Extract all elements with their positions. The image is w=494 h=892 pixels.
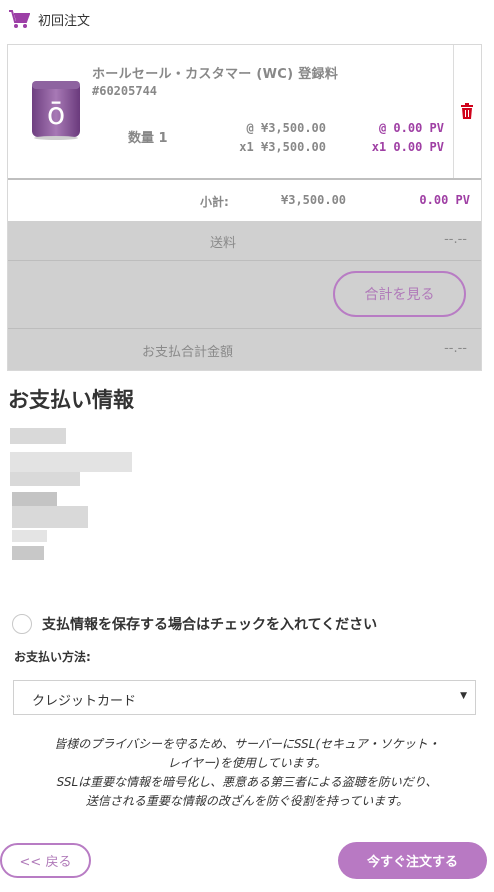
redacted-line: [10, 452, 132, 472]
ssl-notice-line: 送信される重要な情報の改ざんを防ぐ役割を持っています。: [85, 794, 409, 808]
product-sku: #60205744: [92, 84, 158, 98]
trash-icon[interactable]: [460, 103, 474, 119]
subtotal-yen: ¥3,500.00: [281, 193, 347, 207]
cart-item-row: ō ホールセール・カスタマー (WC) 登録料 #60205744 数量 1 @…: [8, 45, 481, 178]
save-payment-option[interactable]: 支払情報を保存する場合はチェックを入れてください: [12, 614, 377, 634]
ssl-notice-line: レイヤー)を使用しています。: [167, 756, 327, 770]
redacted-line: [12, 546, 44, 560]
back-button[interactable]: << 戻る: [0, 843, 91, 878]
total-label: お支払合計金額: [142, 345, 234, 360]
product-name: ホールセール・カスタマー (WC) 登録料: [92, 67, 339, 82]
line-price: x1 ¥3,500.00: [239, 140, 326, 154]
redacted-line: [12, 492, 57, 506]
totals-panel: 送料 --.-- 合計を見る お支払合計金額 --.--: [8, 221, 481, 370]
unit-pv: @ 0.00 PV: [378, 121, 444, 135]
line-pv: x1 0.00 PV: [371, 140, 444, 154]
redacted-line: [10, 472, 80, 486]
divider: [453, 45, 454, 178]
price-column: @ ¥3,500.00 x1 ¥3,500.00: [226, 119, 326, 157]
ssl-notice-line: SSLは重要な情報を暗号化し、悪意ある第三者による盗聴を防いだり、: [56, 775, 438, 789]
total-value: --.--: [444, 341, 467, 356]
unit-price: @ ¥3,500.00: [246, 121, 326, 135]
payment-method-value: クレジットカード: [32, 694, 137, 709]
order-section-header: 初回注文: [8, 8, 90, 30]
product-logo-letter: ō: [47, 97, 65, 132]
total-row: お支払合計金額 --.--: [8, 329, 481, 370]
redacted-line: [10, 428, 66, 444]
caret-down-icon: ▼: [460, 691, 467, 701]
product-thumbnail: ō: [32, 81, 80, 140]
save-payment-radio[interactable]: [12, 614, 32, 634]
subtotal-pv: 0.00 PV: [419, 193, 470, 207]
section-title: 初回注文: [38, 13, 91, 29]
order-summary: ō ホールセール・カスタマー (WC) 登録料 #60205744 数量 1 @…: [7, 44, 482, 371]
shipping-label: 送料: [210, 236, 237, 251]
ssl-notice: 皆様のプライバシーを守るため、サーバーにSSL(セキュア・ソケット・ レイヤー)…: [0, 735, 494, 811]
place-order-button[interactable]: 今すぐ注文する: [338, 842, 487, 879]
calc-row: 合計を見る: [8, 261, 481, 329]
redacted-line: [12, 506, 88, 528]
redacted-line: [12, 530, 47, 542]
view-total-button[interactable]: 合計を見る: [333, 271, 466, 317]
shipping-value: --.--: [444, 232, 467, 247]
subtotal-row: 小計: ¥3,500.00 0.00 PV: [8, 178, 481, 221]
payment-info-title: お支払い情報: [8, 388, 134, 412]
payment-method-label: お支払い方法:: [14, 650, 91, 664]
subtotal-label: 小計:: [200, 195, 229, 209]
ssl-notice-line: 皆様のプライバシーを守るため、サーバーにSSL(セキュア・ソケット・: [54, 737, 440, 751]
save-payment-label: 支払情報を保存する場合はチェックを入れてください: [42, 617, 378, 633]
shipping-row: 送料 --.--: [8, 221, 481, 261]
product-quantity: 数量 1: [128, 131, 168, 146]
shopping-cart-icon: [9, 10, 30, 28]
payment-method-select[interactable]: クレジットカード ▼: [13, 680, 476, 715]
pv-column: @ 0.00 PV x1 0.00 PV: [350, 119, 444, 157]
